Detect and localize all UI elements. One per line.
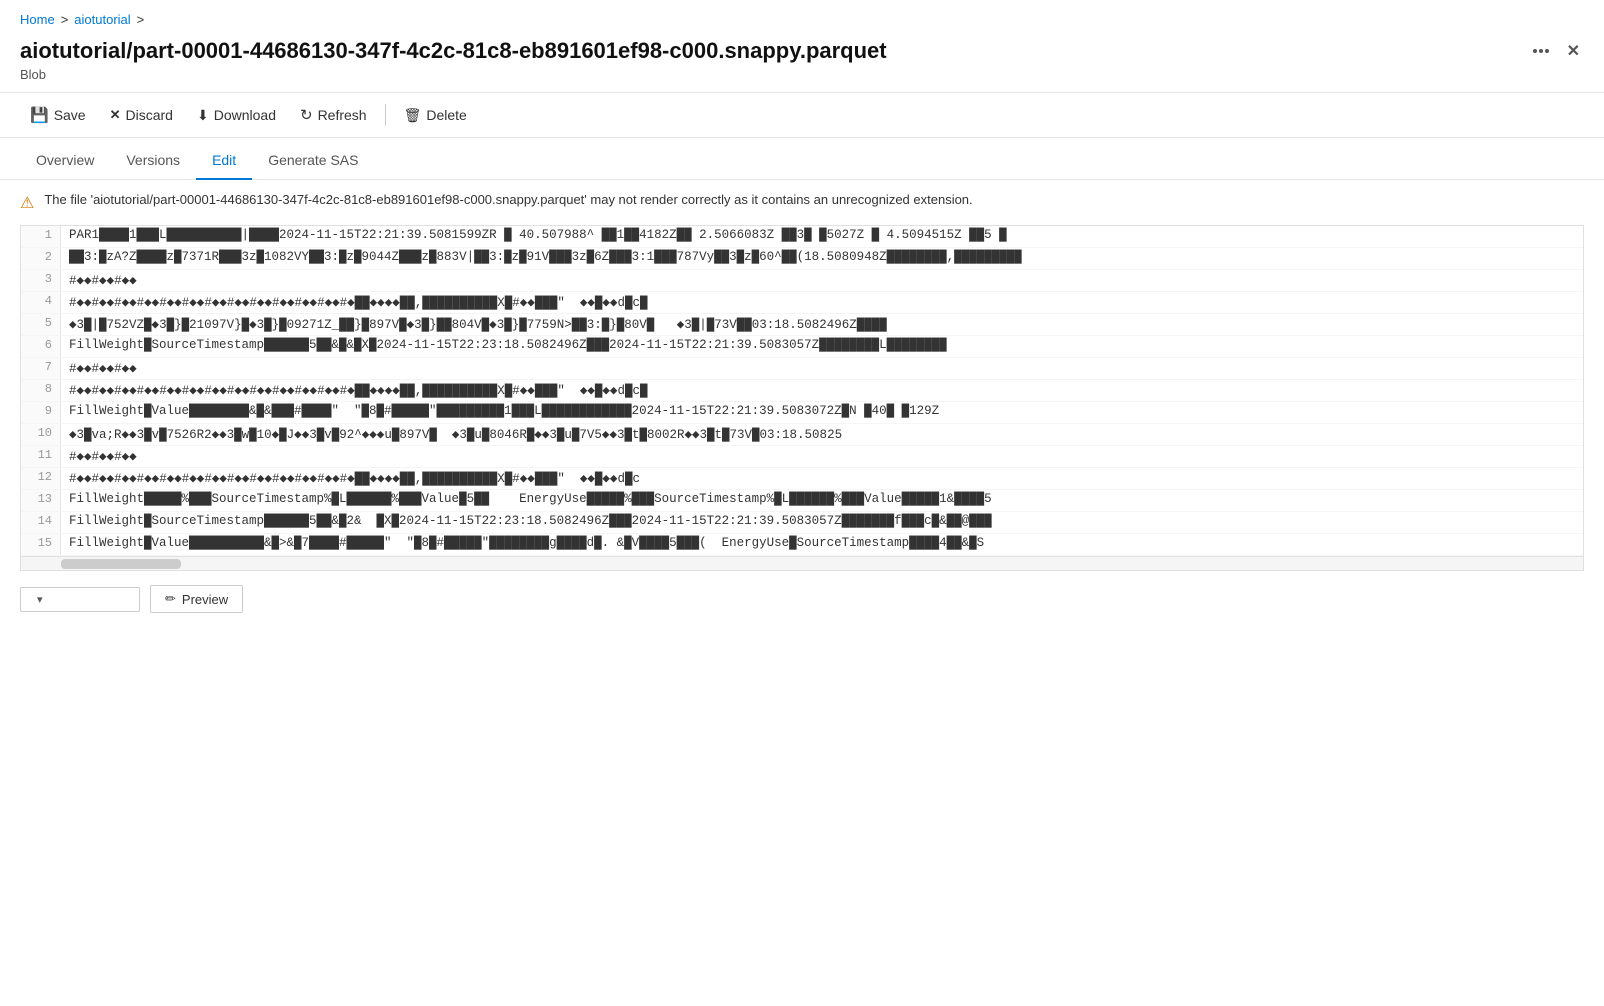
tab-overview[interactable]: Overview (20, 142, 110, 180)
line-number: 11 (21, 446, 61, 467)
table-row: 5◆3█|█752VZ█◆3█}█21097V}█◆3█}█09271Z_██}… (21, 314, 1583, 336)
breadcrumb-sep1: > (61, 12, 69, 27)
page-title-row: aiotutorial/part-00001-44686130-347f-4c2… (0, 33, 1604, 67)
tab-generate-sas[interactable]: Generate SAS (252, 142, 374, 180)
line-content: #◆◆#◆◆#◆◆ (61, 358, 1583, 379)
page-title-actions: ✕ (1527, 37, 1584, 65)
warning-bar: ⚠ The file 'aiotutorial/part-00001-44686… (0, 180, 1604, 225)
line-number: 10 (21, 424, 61, 445)
line-content: ◆3█va;R◆◆3█v█7526R2◆◆3█w█10◆█J◆◆3█v█92^◆… (61, 424, 1583, 445)
scrollbar-thumb[interactable] (61, 559, 181, 569)
page-subtitle: Blob (0, 67, 1604, 92)
line-content: PAR1████1███L██████████|████2024-11-15T2… (61, 226, 1583, 247)
tab-versions[interactable]: Versions (110, 142, 196, 180)
download-label: Download (214, 107, 276, 123)
line-number: 12 (21, 468, 61, 489)
save-button[interactable]: 💾 Save (20, 101, 96, 129)
breadcrumb-section[interactable]: aiotutorial (74, 12, 130, 27)
line-number: 15 (21, 534, 61, 555)
save-label: Save (54, 107, 86, 123)
line-number: 7 (21, 358, 61, 379)
table-row: 10◆3█va;R◆◆3█v█7526R2◆◆3█w█10◆█J◆◆3█v█92… (21, 424, 1583, 446)
discard-icon: ✕ (110, 107, 121, 123)
close-button[interactable]: ✕ (1563, 37, 1584, 65)
toolbar-separator (385, 104, 386, 126)
line-content: ◆3█|█752VZ█◆3█}█21097V}█◆3█}█09271Z_██}█… (61, 314, 1583, 335)
line-number: 2 (21, 248, 61, 269)
line-content: FillWeight█████%███SourceTimestamp%█L███… (61, 490, 1583, 511)
delete-icon: 🗑 (404, 107, 422, 124)
line-number: 13 (21, 490, 61, 511)
line-number: 9 (21, 402, 61, 423)
table-row: 2██3:█zA?Z████z█7371R███3z█1082VY██3:█z█… (21, 248, 1583, 270)
table-row: 8#◆◆#◆◆#◆◆#◆◆#◆◆#◆◆#◆◆#◆◆#◆◆#◆◆#◆◆#◆◆#◆█… (21, 380, 1583, 402)
table-row: 13FillWeight█████%███SourceTimestamp%█L█… (21, 490, 1583, 512)
table-row: 6FillWeight█SourceTimestamp██████5██&█&█… (21, 336, 1583, 358)
page-title: aiotutorial/part-00001-44686130-347f-4c2… (20, 38, 1515, 64)
line-number: 4 (21, 292, 61, 313)
table-row: 1PAR1████1███L██████████|████2024-11-15T… (21, 226, 1583, 248)
tab-edit[interactable]: Edit (196, 142, 252, 180)
editor-lines[interactable]: 1PAR1████1███L██████████|████2024-11-15T… (21, 226, 1583, 556)
table-row: 15FillWeight█Value██████████&█>&█7████#█… (21, 534, 1583, 556)
bottom-bar: ▾ ✏ Preview (0, 575, 1604, 623)
save-icon: 💾 (30, 106, 49, 124)
breadcrumb-home[interactable]: Home (20, 12, 55, 27)
line-number: 1 (21, 226, 61, 247)
dot1 (1533, 49, 1537, 53)
line-content: FillWeight█SourceTimestamp██████5██&█&█X… (61, 336, 1583, 357)
tab-bar: Overview Versions Edit Generate SAS (0, 142, 1604, 180)
line-content: #◆◆#◆◆#◆◆#◆◆#◆◆#◆◆#◆◆#◆◆#◆◆#◆◆#◆◆#◆◆#◆██… (61, 468, 1583, 489)
delete-button[interactable]: 🗑 Delete (394, 102, 477, 129)
table-row: 11#◆◆#◆◆#◆◆ (21, 446, 1583, 468)
line-content: #◆◆#◆◆#◆◆ (61, 446, 1583, 467)
encoding-select[interactable]: ▾ (20, 587, 140, 612)
dot2 (1539, 49, 1543, 53)
horizontal-scrollbar[interactable] (21, 556, 1583, 570)
discard-label: Discard (126, 107, 173, 123)
pencil-icon: ✏ (165, 591, 176, 607)
editor-container: 1PAR1████1███L██████████|████2024-11-15T… (20, 225, 1584, 571)
line-content: #◆◆#◆◆#◆◆#◆◆#◆◆#◆◆#◆◆#◆◆#◆◆#◆◆#◆◆#◆◆#◆██… (61, 292, 1583, 313)
toolbar: 💾 Save ✕ Discard ⬇ Download ↻ Refresh 🗑 … (0, 92, 1604, 138)
more-options-button[interactable] (1527, 45, 1555, 57)
download-button[interactable]: ⬇ Download (187, 102, 286, 129)
refresh-button[interactable]: ↻ Refresh (290, 101, 377, 129)
line-content: #◆◆#◆◆#◆◆ (61, 270, 1583, 291)
table-row: 4#◆◆#◆◆#◆◆#◆◆#◆◆#◆◆#◆◆#◆◆#◆◆#◆◆#◆◆#◆◆#◆█… (21, 292, 1583, 314)
table-row: 12#◆◆#◆◆#◆◆#◆◆#◆◆#◆◆#◆◆#◆◆#◆◆#◆◆#◆◆#◆◆#◆… (21, 468, 1583, 490)
preview-button[interactable]: ✏ Preview (150, 585, 243, 613)
line-number: 5 (21, 314, 61, 335)
line-content: FillWeight█SourceTimestamp██████5██&█2& … (61, 512, 1583, 533)
select-arrow-icon: ▾ (37, 593, 43, 606)
table-row: 14FillWeight█SourceTimestamp██████5██&█2… (21, 512, 1583, 534)
line-content: FillWeight█Value██████████&█>&█7████#███… (61, 534, 1583, 555)
preview-label: Preview (182, 592, 228, 607)
line-number: 3 (21, 270, 61, 291)
warning-icon: ⚠ (20, 193, 34, 213)
delete-label: Delete (426, 107, 466, 123)
table-row: 3#◆◆#◆◆#◆◆ (21, 270, 1583, 292)
line-content: FillWeight█Value████████&█&███#████" "█8… (61, 402, 1583, 423)
line-number: 14 (21, 512, 61, 533)
line-number: 8 (21, 380, 61, 401)
discard-button[interactable]: ✕ Discard (100, 102, 183, 128)
line-content: #◆◆#◆◆#◆◆#◆◆#◆◆#◆◆#◆◆#◆◆#◆◆#◆◆#◆◆#◆◆#◆██… (61, 380, 1583, 401)
dot3 (1545, 49, 1549, 53)
breadcrumb: Home > aiotutorial > (0, 0, 1604, 33)
line-content: ██3:█zA?Z████z█7371R███3z█1082VY██3:█z█9… (61, 248, 1583, 269)
line-number: 6 (21, 336, 61, 357)
breadcrumb-sep2: > (137, 12, 145, 27)
table-row: 7#◆◆#◆◆#◆◆ (21, 358, 1583, 380)
refresh-icon: ↻ (300, 106, 313, 124)
table-row: 9FillWeight█Value████████&█&███#████" "█… (21, 402, 1583, 424)
download-icon: ⬇ (197, 107, 209, 124)
warning-message: The file 'aiotutorial/part-00001-4468613… (44, 192, 972, 207)
refresh-label: Refresh (318, 107, 367, 123)
